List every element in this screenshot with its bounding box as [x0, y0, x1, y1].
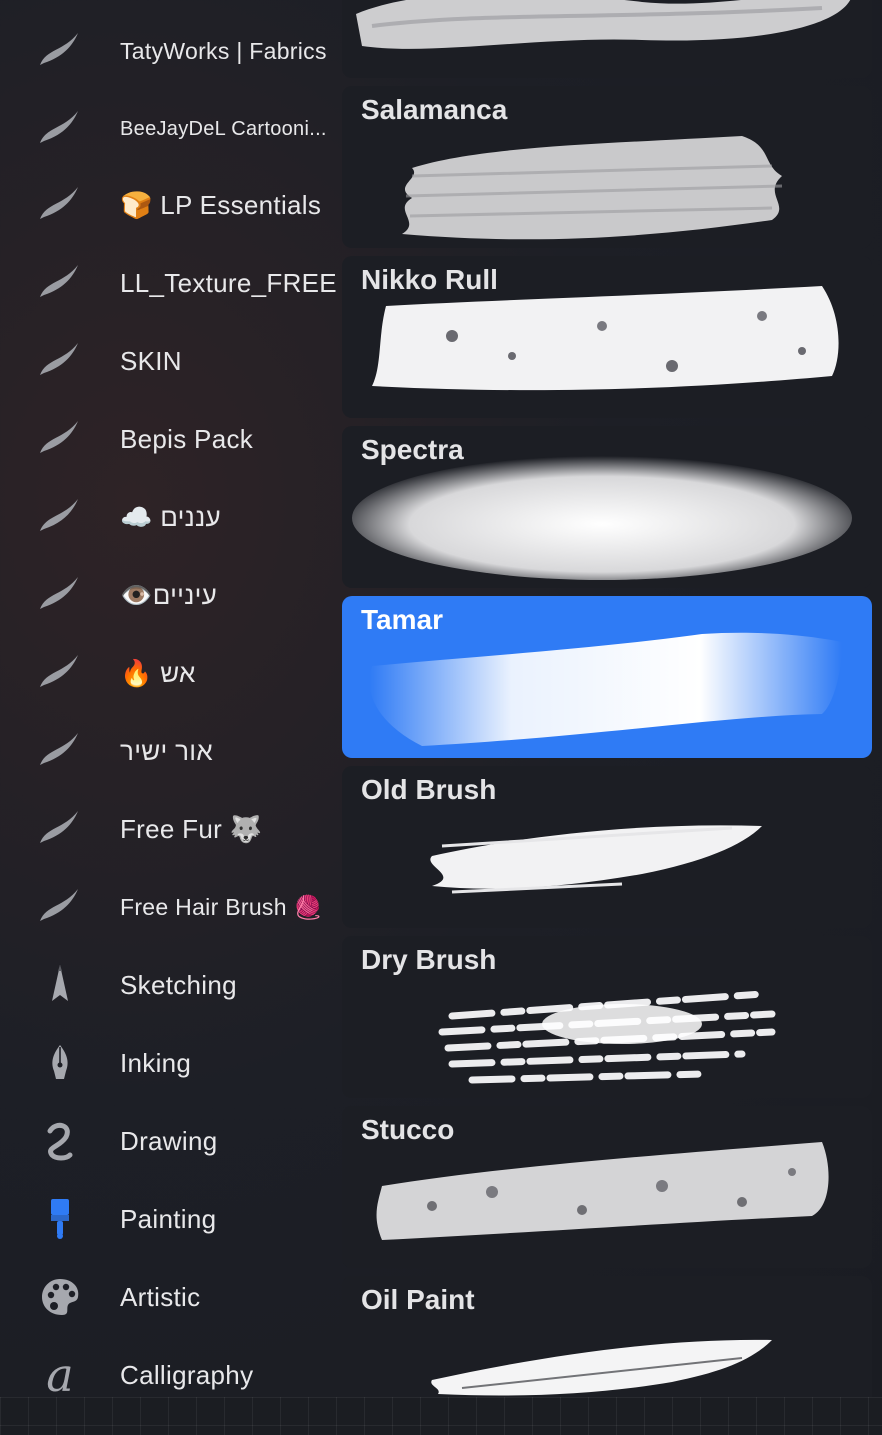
- brush-set-label: LL_Texture_FREE: [120, 267, 337, 298]
- brush-set-ll-texture-free[interactable]: LL_Texture_FREE: [0, 244, 342, 322]
- brush-card[interactable]: [342, 0, 872, 78]
- brush-stroke-preview: [356, 0, 851, 49]
- brush-stroke-icon: [36, 259, 84, 307]
- brush-set-bepis-pack[interactable]: Bepis Pack: [0, 400, 342, 478]
- brush-card-dry-brush[interactable]: Dry Brush: [342, 936, 872, 1098]
- brush-set-label: BeeJayDeL Cartooni...: [120, 117, 327, 140]
- brush-set-label: 👁️עיניים: [120, 579, 218, 610]
- brush-set-lp-essentials[interactable]: 🍞 LP Essentials: [0, 166, 342, 244]
- brush-stroke-icon: [36, 493, 84, 541]
- pencil-tip-icon: [36, 961, 84, 1009]
- brush-set-painting[interactable]: Painting: [0, 1180, 342, 1258]
- brush-card-stucco[interactable]: Stucco: [342, 1106, 872, 1268]
- brush-set-beejaydel-cartooning[interactable]: BeeJayDeL Cartooni...: [0, 90, 342, 168]
- brush-set-drawing[interactable]: Drawing: [0, 1102, 342, 1180]
- brush-set-free-fur[interactable]: Free Fur 🐺: [0, 790, 342, 868]
- brush-card-salamanca[interactable]: Salamanca: [342, 86, 872, 248]
- brush-set-label: Bepis Pack: [120, 423, 254, 454]
- brush-set-clouds[interactable]: ☁️ עננים: [0, 478, 342, 556]
- brush-set-eyes[interactable]: 👁️עיניים: [0, 556, 342, 634]
- brush-set-artistic[interactable]: Artistic: [0, 1258, 342, 1336]
- canvas-grid-strip: [0, 1397, 882, 1435]
- brush-set-label: TatyWorks | Fabrics: [120, 37, 327, 64]
- brush-set-label: SKIN: [120, 345, 182, 376]
- brush-set-label: Artistic: [120, 1281, 201, 1312]
- brush-card-tamar[interactable]: Tamar: [342, 596, 872, 758]
- brush-name: Stucco: [361, 1114, 455, 1145]
- brush-name: Old Brush: [361, 774, 497, 805]
- paint-brush-icon: [36, 1195, 84, 1243]
- brush-stroke-icon: [36, 181, 84, 229]
- brush-set-label: Inking: [120, 1047, 192, 1078]
- brush-set-fire[interactable]: 🔥 אש: [0, 634, 342, 712]
- brush-stroke-icon: [36, 27, 84, 75]
- brush-set-label: Calligraphy: [120, 1359, 254, 1390]
- brush-set-label: 🔥 אש: [120, 657, 196, 688]
- brush-stroke-icon: [36, 727, 84, 775]
- brush-set-label: 🍞 LP Essentials: [120, 189, 322, 220]
- brush-name: Oil Paint: [361, 1284, 475, 1315]
- brush-set-label: Painting: [120, 1203, 217, 1234]
- brush-card-spectra[interactable]: Spectra: [342, 426, 872, 588]
- brush-name: Spectra: [361, 434, 464, 465]
- pen-nib-icon: [36, 1039, 84, 1087]
- squiggle-icon: [36, 1117, 84, 1165]
- brush-set-label: Free Fur 🐺: [120, 813, 263, 844]
- brush-library-sidebar: TatyWorks | Fabrics BeeJayDeL Cartooni..…: [0, 0, 342, 1400]
- brush-set-label: אור ישיר: [120, 735, 213, 766]
- brush-set-label: Free Hair Brush 🧶: [120, 893, 323, 920]
- brush-card-old-brush[interactable]: Old Brush: [342, 766, 872, 928]
- brush-name: Tamar: [361, 604, 443, 635]
- brush-set-skin[interactable]: SKIN: [0, 322, 342, 400]
- brush-stroke-icon: [36, 337, 84, 385]
- brush-stroke-icon: [36, 105, 84, 153]
- brush-set-label: ☁️ עננים: [120, 501, 221, 532]
- brush-set-sketching[interactable]: Sketching: [0, 946, 342, 1024]
- brush-stroke-icon: [36, 649, 84, 697]
- brush-set-tatyworks-fabrics[interactable]: TatyWorks | Fabrics: [0, 12, 342, 90]
- brush-set-free-hair-brush[interactable]: Free Hair Brush 🧶: [0, 868, 342, 946]
- brush-name: Nikko Rull: [361, 264, 498, 295]
- calligraphy-a-icon: a: [46, 1348, 74, 1402]
- brush-stroke-icon: [36, 805, 84, 853]
- brush-stroke-icon: [36, 571, 84, 619]
- brush-set-label: Drawing: [120, 1125, 218, 1156]
- palette-icon: [36, 1273, 84, 1321]
- brush-stroke-icon: [36, 883, 84, 931]
- brush-set-label: Sketching: [120, 969, 237, 1000]
- brush-card-nikko-rull[interactable]: Nikko Rull: [342, 256, 872, 418]
- brush-set-direct-light[interactable]: אור ישיר: [0, 712, 342, 790]
- brush-name: Salamanca: [361, 94, 508, 125]
- brush-name: Dry Brush: [361, 944, 497, 975]
- brush-set-inking[interactable]: Inking: [0, 1024, 342, 1102]
- brush-stroke-icon: [36, 415, 84, 463]
